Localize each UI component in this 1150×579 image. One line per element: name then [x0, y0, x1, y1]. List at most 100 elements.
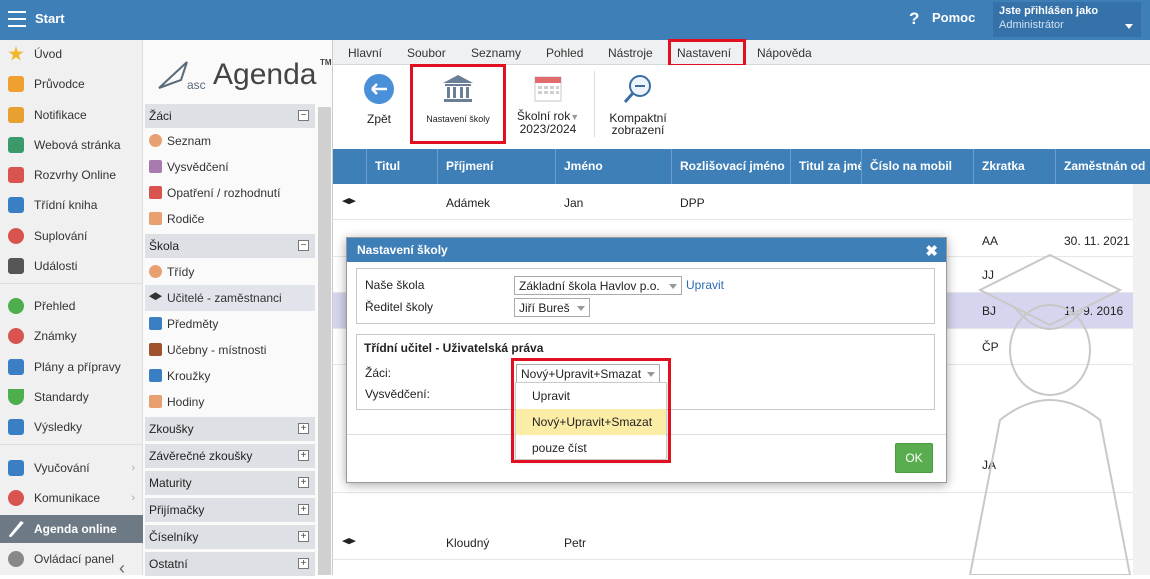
menu-seznamy[interactable]: Seznamy: [471, 46, 521, 60]
wizard-icon: [8, 76, 24, 92]
school-building-icon: [443, 75, 473, 102]
ok-button[interactable]: OK: [895, 443, 933, 473]
school-select[interactable]: Základní škola Havlov p.o.: [514, 276, 682, 295]
sec-item-ucitele[interactable]: Učitelé - zaměstnanci: [145, 285, 315, 311]
dropdown-option-novy-upravit-smazat[interactable]: Nový+Upravit+Smazat: [516, 409, 666, 435]
col-titul-za[interactable]: Titul za jmé: [799, 159, 861, 173]
subject-icon: [149, 317, 162, 330]
col-jmeno[interactable]: Jméno: [564, 159, 603, 173]
menu-nastaveni[interactable]: Nastavení: [677, 46, 731, 60]
magnifier-icon: [623, 75, 651, 103]
agenda-icon: [8, 521, 24, 537]
nav-item-standardy[interactable]: Standardy: [0, 383, 143, 411]
user-menu[interactable]: Jste přihlášen jako Administrátor: [993, 2, 1141, 37]
collapse-icon[interactable]: −: [298, 110, 309, 121]
section-zaci-header[interactable]: Žáci −: [145, 104, 315, 128]
col-rozlisovaci-jmeno[interactable]: Rozlišovací jméno: [680, 159, 785, 173]
user-status-label: Jste přihlášen jako: [999, 5, 1099, 17]
col-zamestnan-od[interactable]: Zaměstnán od: [1064, 159, 1145, 173]
sec-item-seznam[interactable]: Seznam: [145, 128, 315, 154]
menu-soubor[interactable]: Soubor: [407, 46, 446, 60]
nav-item-prehled[interactable]: Přehled: [0, 292, 143, 320]
book-icon: [8, 197, 24, 213]
parents-icon: [149, 212, 162, 225]
graduation-cap-icon: [342, 538, 356, 545]
menu-napoveda[interactable]: Nápověda: [757, 46, 812, 60]
nav-divider: [0, 444, 143, 445]
edit-school-link[interactable]: Upravit: [686, 278, 724, 292]
section-skola-header[interactable]: Škola −: [145, 234, 315, 258]
menu-pohled[interactable]: Pohled: [546, 46, 583, 60]
students-rights-select[interactable]: Nový+Upravit+Smazat: [516, 364, 660, 383]
help-icon[interactable]: ?: [909, 9, 919, 29]
graduate-watermark-illustration: [968, 253, 1132, 575]
menu-nastroje[interactable]: Nástroje: [608, 46, 653, 60]
sec-item-hodiny[interactable]: Hodiny: [145, 389, 315, 415]
sec-item-vysvedceni[interactable]: Vysvědčení: [145, 154, 315, 180]
nav-item-agenda-online[interactable]: Agenda online: [0, 515, 143, 543]
nav-item-znamky[interactable]: Známky: [0, 322, 143, 350]
graduation-cap-icon: [149, 292, 162, 301]
nav-item-pruvodce[interactable]: Průvodce: [0, 70, 143, 98]
nav-item-rozvrhy[interactable]: Rozvrhy Online: [0, 161, 143, 189]
nav-item-plany[interactable]: Plány a přípravy: [0, 353, 143, 381]
hamburger-menu-icon[interactable]: [8, 11, 26, 27]
expand-icon[interactable]: +: [298, 531, 309, 542]
calendar-icon: [534, 76, 562, 102]
school-year-selector[interactable]: Školní rok▼ 2023/2024: [513, 73, 583, 135]
col-prijmeni[interactable]: Příjmení: [446, 159, 493, 173]
nav-item-komunikace[interactable]: Komunikace ›: [0, 484, 143, 512]
section-zaverecne-header[interactable]: Závěrečné zkoušky +: [145, 444, 315, 468]
expand-icon[interactable]: +: [298, 450, 309, 461]
expand-icon[interactable]: +: [298, 558, 309, 569]
nav-item-uvod[interactable]: Úvod: [0, 40, 143, 68]
section-ostatni-header[interactable]: Ostatní +: [145, 552, 315, 576]
nav-item-tridni-kniha[interactable]: Třídní kniha: [0, 191, 143, 219]
col-zkratka[interactable]: Zkratka: [982, 159, 1025, 173]
expand-icon[interactable]: +: [298, 477, 309, 488]
dropdown-option-upravit[interactable]: Upravit: [516, 383, 666, 409]
compact-view-button[interactable]: Kompaktní zobrazení: [603, 73, 673, 136]
close-icon[interactable]: ✖: [925, 242, 938, 260]
section-title: Třídní učitel - Uživatelská práva: [364, 341, 544, 355]
section-zkousky-header[interactable]: Zkoušky +: [145, 417, 315, 441]
main-sidebar: Úvod Průvodce Notifikace Webová stránka …: [0, 40, 143, 578]
top-bar: Start ? Pomoc Jste přihlášen jako Admini…: [0, 0, 1150, 40]
collapse-icon[interactable]: −: [298, 240, 309, 251]
nav-item-notifikace[interactable]: Notifikace: [0, 101, 143, 129]
expand-icon[interactable]: +: [298, 423, 309, 434]
section-maturity-header[interactable]: Maturity +: [145, 471, 315, 495]
sec-item-ucebny[interactable]: Učebny - místnosti: [145, 337, 315, 363]
person-icon: [149, 134, 162, 147]
grades-icon: [8, 328, 24, 344]
back-button[interactable]: Zpět: [355, 73, 403, 126]
sec-item-krouzky[interactable]: Kroužky: [145, 363, 315, 389]
dropdown-option-pouze-cist[interactable]: pouze číst: [516, 435, 666, 461]
nav-item-udalosti[interactable]: Události: [0, 252, 143, 280]
nav-item-vysledky[interactable]: Výsledky: [0, 413, 143, 441]
col-cislo-mobil[interactable]: Číslo na mobil: [870, 159, 952, 173]
menu-hlavni[interactable]: Hlavní: [348, 46, 382, 60]
sec-item-predmety[interactable]: Předměty: [145, 311, 315, 337]
sec-item-rodice[interactable]: Rodiče: [145, 206, 315, 232]
agenda-sidebar: asc Agenda TM Žáci − Seznam Vysvědčení Op…: [143, 40, 333, 576]
nav-item-vyucovani[interactable]: Vyučování ›: [0, 454, 143, 482]
help-link[interactable]: Pomoc: [932, 10, 975, 25]
nav-item-suplovani[interactable]: Suplování: [0, 222, 143, 250]
sec-item-tridy[interactable]: Třídy: [145, 259, 315, 285]
chat-icon: [8, 490, 24, 506]
principal-select[interactable]: Jiří Bureš: [514, 298, 590, 317]
section-prijimacky-header[interactable]: Přijímačky +: [145, 498, 315, 522]
collapse-sidebar-icon[interactable]: ‹: [119, 558, 125, 579]
school-settings-button[interactable]: Nastavení školy: [418, 73, 498, 124]
expand-icon[interactable]: +: [298, 504, 309, 515]
start-link[interactable]: Start: [35, 11, 65, 26]
sec-item-opatreni[interactable]: Opatření / rozhodnutí: [145, 180, 315, 206]
section-ciselniky-header[interactable]: Číselníky +: [145, 525, 315, 549]
col-titul[interactable]: Titul: [375, 159, 400, 173]
star-icon: [8, 46, 24, 61]
toolbar-divider: [594, 71, 595, 137]
table-row[interactable]: Adámek Jan DPP: [333, 184, 1133, 220]
nav-item-webova-stranka[interactable]: Webová stránka: [0, 131, 143, 159]
sidebar-scrollbar[interactable]: [318, 107, 331, 575]
